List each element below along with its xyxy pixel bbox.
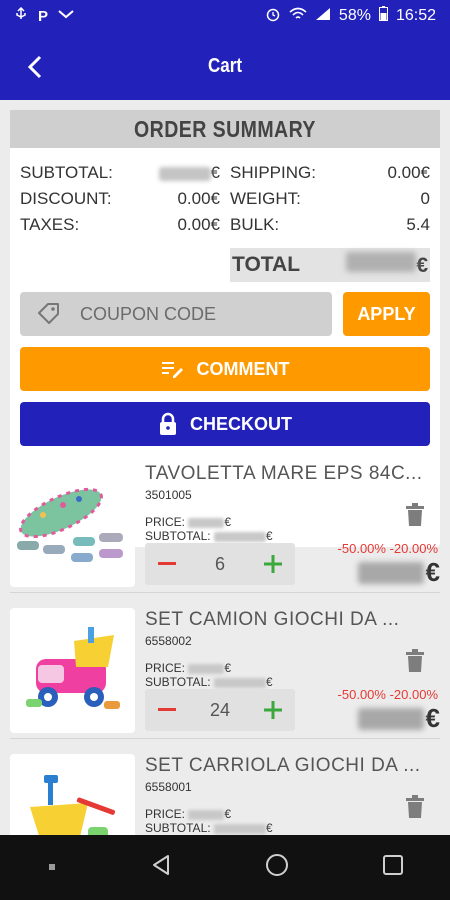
product-prices: PRICE: € SUBTOTAL: € <box>145 515 273 543</box>
notification-icon <box>58 7 74 25</box>
coupon-placeholder: COUPON CODE <box>80 303 217 324</box>
final-price: € <box>357 703 440 734</box>
delete-item-button[interactable] <box>405 649 429 675</box>
product-code: 3501005 <box>145 488 192 502</box>
increase-quantity-button[interactable] <box>251 689 295 731</box>
plus-icon <box>264 555 282 573</box>
product-name[interactable]: TAVOLETTA MARE EPS 84C... <box>145 463 435 485</box>
discount-row: DISCOUNT: 0.00€ <box>20 189 220 209</box>
discount-label: DISCOUNT: <box>20 189 112 208</box>
taxes-row: TAXES: 0.00€ <box>20 215 220 235</box>
subtotal-label: SUBTOTAL: <box>20 163 113 182</box>
checkout-label: CHECKOUT <box>190 413 292 434</box>
signal-icon <box>315 7 331 26</box>
edit-note-icon <box>161 362 183 378</box>
usb-icon <box>14 6 28 26</box>
final-price: € <box>357 557 440 588</box>
chevron-left-icon <box>27 55 42 79</box>
alarm-icon <box>265 6 281 27</box>
subtotal-row: SUBTOTAL: € <box>20 163 220 183</box>
total-label: TOTAL <box>232 253 301 276</box>
page-title: Cart <box>207 54 242 77</box>
comment-label: COMMENT <box>196 358 290 379</box>
clock: 16:52 <box>395 7 436 24</box>
increase-quantity-button[interactable] <box>251 543 295 585</box>
delete-item-button[interactable] <box>405 503 429 529</box>
quantity-stepper: 24 <box>145 689 295 731</box>
checkout-button[interactable]: CHECKOUT <box>20 402 430 446</box>
summary-title: ORDER SUMMARY <box>10 110 440 148</box>
shipping-value: 0.00€ <box>387 163 430 182</box>
wifi-icon <box>289 7 307 26</box>
discount-label: -50.00% -20.00% <box>337 541 438 556</box>
menu-dot-icon[interactable] <box>47 859 57 877</box>
cart-item: SET CARRIOLA GIOCHI DA ... 6558001 PRICE… <box>10 739 440 835</box>
total-value: € <box>346 252 428 278</box>
product-prices: PRICE: € SUBTOTAL: € <box>145 661 273 689</box>
product-name[interactable]: SET CAMION GIOCHI DA ... <box>145 609 435 631</box>
coupon-input[interactable]: COUPON CODE <box>20 292 332 336</box>
taxes-label: TAXES: <box>20 215 80 234</box>
product-image[interactable] <box>10 462 135 587</box>
bulk-row: BULK: 5.4 <box>230 215 430 235</box>
cart-item: TAVOLETTA MARE EPS 84C... 3501005 PRICE:… <box>10 447 440 593</box>
minus-icon <box>158 562 176 565</box>
bulk-value: 5.4 <box>406 215 430 234</box>
trash-icon <box>406 503 424 526</box>
taxes-value: 0.00€ <box>177 215 220 234</box>
nav-recents-icon[interactable] <box>382 854 404 881</box>
system-nav-bar <box>0 835 450 900</box>
total-row: TOTAL € <box>230 248 430 282</box>
discount-value: 0.00€ <box>177 189 220 208</box>
trash-icon <box>406 649 424 672</box>
lock-icon <box>160 412 176 435</box>
discount-label: -50.00% -20.00% <box>337 687 438 702</box>
subtotal-value: € <box>158 163 220 183</box>
trash-icon <box>406 795 424 818</box>
weight-row: WEIGHT: 0 <box>230 189 430 209</box>
decrease-quantity-button[interactable] <box>145 689 189 731</box>
product-code: 6558002 <box>145 634 192 648</box>
comment-button[interactable]: COMMENT <box>20 347 430 391</box>
plus-icon <box>264 701 282 719</box>
cart-item: SET CAMION GIOCHI DA ... 6558002 PRICE: … <box>10 593 440 739</box>
product-image[interactable] <box>10 754 135 835</box>
shipping-label: SHIPPING: <box>230 163 316 182</box>
nav-back-icon[interactable] <box>150 854 172 881</box>
product-code: 6558001 <box>145 780 192 794</box>
weight-value: 0 <box>420 189 430 208</box>
product-prices: PRICE: € SUBTOTAL: € <box>145 807 273 835</box>
apply-coupon-button[interactable]: APPLY <box>343 292 430 336</box>
shipping-row: SHIPPING: 0.00€ <box>230 163 430 183</box>
battery-icon <box>378 6 388 26</box>
cart-content[interactable]: ORDER SUMMARY SUBTOTAL: € DISCOUNT: 0.00… <box>0 100 450 835</box>
product-name[interactable]: SET CARRIOLA GIOCHI DA ... <box>145 755 435 777</box>
quantity-value[interactable]: 6 <box>189 554 251 575</box>
app-bar: Cart <box>0 32 450 100</box>
product-image[interactable] <box>10 608 135 733</box>
bulk-label: BULK: <box>230 215 280 234</box>
delete-item-button[interactable] <box>405 795 429 821</box>
minus-icon <box>158 708 176 711</box>
back-button[interactable] <box>20 52 50 82</box>
nav-home-icon[interactable] <box>265 853 289 882</box>
tag-icon <box>38 303 59 324</box>
quantity-value[interactable]: 24 <box>189 700 251 721</box>
decrease-quantity-button[interactable] <box>145 543 189 585</box>
status-bar: P 58% 16:52 <box>0 0 450 32</box>
weight-label: WEIGHT: <box>230 189 301 208</box>
battery-percent: 58% <box>338 7 371 24</box>
p-app-icon: P <box>38 7 49 25</box>
quantity-stepper: 6 <box>145 543 295 585</box>
